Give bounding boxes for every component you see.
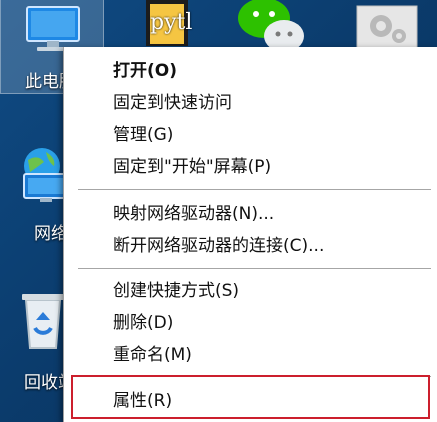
python-icon-text: pytl [150,10,193,35]
gear-icon [356,5,418,49]
wechat-icon [238,0,304,52]
desktop-icon-recycle-bin[interactable]: 回收站 [0,286,75,396]
desktop-icon-network[interactable]: 网络 [0,140,70,250]
properties-highlight-box [71,375,430,419]
menu-item-label: 固定到快速访问 [113,93,232,113]
menu-item-label: 固定到"开始"屏幕(P) [113,157,272,177]
menu-separator [78,189,431,190]
menu-item-label: 映射网络驱动器(N)... [113,204,275,224]
desktop-icon-settings[interactable] [355,4,419,49]
menu-item-label: 创建快捷方式(S) [113,281,240,301]
menu-item-create-shortcut[interactable]: 创建快捷方式(S) [64,275,437,307]
desktop-icon-wechat[interactable] [232,0,312,52]
menu-separator [78,268,431,269]
menu-item-pin-quick-access[interactable]: 固定到快速访问 [64,87,437,119]
menu-item-map-network-drive[interactable]: 映射网络驱动器(N)... [64,198,437,230]
menu-item-disconnect-network-drive[interactable]: 断开网络驱动器的连接(C)... [64,230,437,262]
recycle-bin-icon [22,294,64,349]
menu-item-label: 断开网络驱动器的连接(C)... [113,236,325,256]
menu-item-label: 管理(G) [113,125,174,145]
menu-item-manage[interactable]: 管理(G) [64,119,437,151]
menu-item-pin-start[interactable]: 固定到"开始"屏幕(P) [64,151,437,183]
menu-item-label: 删除(D) [113,313,174,333]
menu-item-label: 重命名(M) [113,345,192,365]
menu-item-delete[interactable]: 删除(D) [64,307,437,339]
context-menu: 打开(O) 固定到快速访问 管理(G) 固定到"开始"屏幕(P) 映射网络驱动器… [63,47,437,422]
desktop-icon-python[interactable]: pytl [136,0,196,48]
menu-item-label: 打开(O) [113,61,177,81]
menu-item-open[interactable]: 打开(O) [64,55,437,87]
menu-item-rename[interactable]: 重命名(M) [64,339,437,371]
